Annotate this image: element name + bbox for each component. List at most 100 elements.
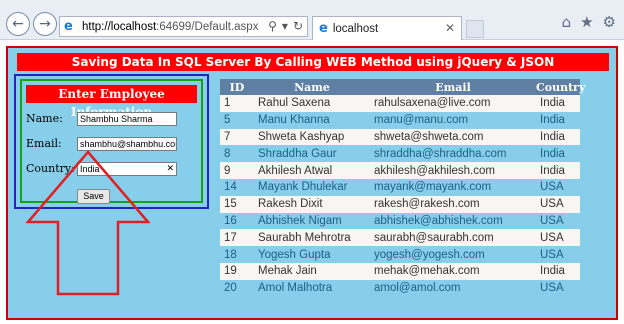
cell-id: 19 <box>220 262 254 280</box>
table-row: 20 Amol Malhotra amol@amol.com USA <box>220 279 580 297</box>
cell-email: shraddha@shraddha.com <box>370 145 536 163</box>
cell-id: 5 <box>220 111 254 129</box>
employee-form-panel: Enter Employee Information Name: Shambhu… <box>14 74 209 209</box>
table-row: 17 Saurabh Mehrotra saurabh@saurabh.com USA <box>220 229 580 247</box>
cell-id: 7 <box>220 128 254 146</box>
tab-title: localhost <box>332 22 379 35</box>
cell-country: India <box>536 111 580 129</box>
cell-name: Akhilesh Atwal <box>254 162 370 179</box>
email-field-value: shambhu@shambhu.con <box>80 139 177 149</box>
clear-icon[interactable]: ✕ <box>166 163 174 175</box>
cell-name: Manu Khanna <box>254 111 370 129</box>
url-host: http://localhost <box>82 20 157 33</box>
star-icon[interactable]: ★ <box>580 13 593 31</box>
column-header-name[interactable]: Name <box>254 79 370 95</box>
country-label: Country: <box>26 162 75 175</box>
cell-id: 9 <box>220 162 254 179</box>
new-tab-button[interactable] <box>466 20 484 38</box>
cell-id: 14 <box>220 178 254 196</box>
cell-email: manu@manu.com <box>370 111 536 129</box>
close-tab-icon[interactable]: ✕ <box>445 21 455 35</box>
cell-id: 8 <box>220 145 254 163</box>
forward-arrow-icon[interactable]: → <box>33 12 57 36</box>
column-header-id[interactable]: ID <box>220 79 254 95</box>
email-field[interactable]: shambhu@shambhu.con <box>77 137 177 151</box>
cell-country: India <box>536 128 580 146</box>
country-field-value: India <box>80 164 100 174</box>
browser-chrome: ← → e http://localhost:64699/Default.asp… <box>0 0 624 40</box>
cell-country: USA <box>536 279 580 297</box>
cell-country: USA <box>536 195 580 213</box>
cell-email: mayank@mayank.com <box>370 178 536 196</box>
dropdown-icon[interactable]: ▾ <box>282 19 288 33</box>
cell-country: USA <box>536 212 580 230</box>
cell-name: Abhishek Nigam <box>254 212 370 230</box>
name-field-value: Shambhu Sharma <box>80 114 153 124</box>
table-row: 8 Shraddha Gaur shraddha@shraddha.com India <box>220 145 580 163</box>
cell-email: yogesh@yogesh.com <box>370 246 536 263</box>
page-title: Saving Data In SQL Server By Calling WEB… <box>17 53 609 71</box>
cell-country: USA <box>536 246 580 263</box>
refresh-icon[interactable]: ↻ <box>293 19 303 33</box>
table-row: 7 Shweta Kashyap shweta@shweta.com India <box>220 128 580 146</box>
cell-id: 20 <box>220 279 254 297</box>
cell-country: India <box>536 262 580 280</box>
table-row: 15 Rakesh Dixit rakesh@rakesh.com USA <box>220 195 580 213</box>
form-heading: Enter Employee Information <box>26 85 197 119</box>
table-row: 14 Mayank Dhulekar mayank@mayank.com USA <box>220 178 580 196</box>
table-row: 19 Mehak Jain mehak@mehak.com India <box>220 262 580 280</box>
cell-id: 1 <box>220 95 254 112</box>
table-header-row: ID Name Email Country <box>220 79 585 95</box>
table-row: 16 Abhishek Nigam abhishek@abhishek.com USA <box>220 212 580 230</box>
cell-email: rakesh@rakesh.com <box>370 195 536 213</box>
cell-name: Yogesh Gupta <box>254 246 370 263</box>
address-bar[interactable]: e http://localhost:64699/Default.aspx ⚲ … <box>59 16 308 37</box>
cell-email: mehak@mehak.com <box>370 262 536 280</box>
employee-table: ID Name Email Country 1 Rahul Saxena rahul… <box>220 79 585 297</box>
column-header-country[interactable]: Country <box>536 79 585 95</box>
column-header-email[interactable]: Email <box>370 79 536 95</box>
page-frame: Saving Data In SQL Server By Calling WEB… <box>6 46 618 320</box>
home-icon[interactable]: ⌂ <box>562 13 572 31</box>
name-field[interactable]: Shambhu Sharma <box>77 112 177 126</box>
cell-country: India <box>536 95 580 112</box>
table-row: 9 Akhilesh Atwal akhilesh@akhilesh.com Indi… <box>220 162 580 179</box>
cell-country: USA <box>536 178 580 196</box>
cell-country: USA <box>536 229 580 247</box>
cell-email: saurabh@saurabh.com <box>370 229 536 247</box>
cell-email: abhishek@abhishek.com <box>370 212 536 230</box>
cell-name: Amol Malhotra <box>254 279 370 297</box>
table-row: 18 Yogesh Gupta yogesh@yogesh.com USA <box>220 246 580 263</box>
cell-name: Rahul Saxena <box>254 95 370 112</box>
cell-id: 15 <box>220 195 254 213</box>
page-viewport: Saving Data In SQL Server By Calling WEB… <box>0 40 624 324</box>
cell-name: Shweta Kashyap <box>254 128 370 146</box>
cell-name: Mayank Dhulekar <box>254 178 370 196</box>
back-arrow-icon[interactable]: ← <box>6 12 30 36</box>
cell-id: 16 <box>220 212 254 230</box>
table-row: 5 Manu Khanna manu@manu.com India <box>220 111 580 129</box>
ie-logo-icon: e <box>64 18 73 34</box>
cell-name: Shraddha Gaur <box>254 145 370 163</box>
cell-id: 18 <box>220 246 254 263</box>
save-button[interactable]: Save <box>77 189 110 204</box>
gear-icon[interactable]: ⚙ <box>603 13 616 31</box>
url-path: :64699/Default.aspx <box>156 20 259 33</box>
cell-name: Rakesh Dixit <box>254 195 370 213</box>
cell-email: akhilesh@akhilesh.com <box>370 162 536 179</box>
name-label: Name: <box>26 112 63 125</box>
cell-email: rahulsaxena@live.com <box>370 95 536 112</box>
tab-favicon-icon: e <box>319 21 328 36</box>
cell-country: India <box>536 162 580 179</box>
email-label: Email: <box>26 137 62 150</box>
browser-tab[interactable]: e localhost ✕ <box>312 16 462 40</box>
cell-country: India <box>536 145 580 163</box>
country-field[interactable]: India ✕ <box>77 162 177 176</box>
search-icon[interactable]: ⚲ <box>268 19 277 33</box>
cell-id: 17 <box>220 229 254 247</box>
cell-name: Mehak Jain <box>254 262 370 280</box>
employee-form: Enter Employee Information Name: Shambhu… <box>20 79 203 204</box>
cell-name: Saurabh Mehrotra <box>254 229 370 247</box>
cell-email: shweta@shweta.com <box>370 128 536 146</box>
table-row: 1 Rahul Saxena rahulsaxena@live.com India <box>220 95 580 112</box>
